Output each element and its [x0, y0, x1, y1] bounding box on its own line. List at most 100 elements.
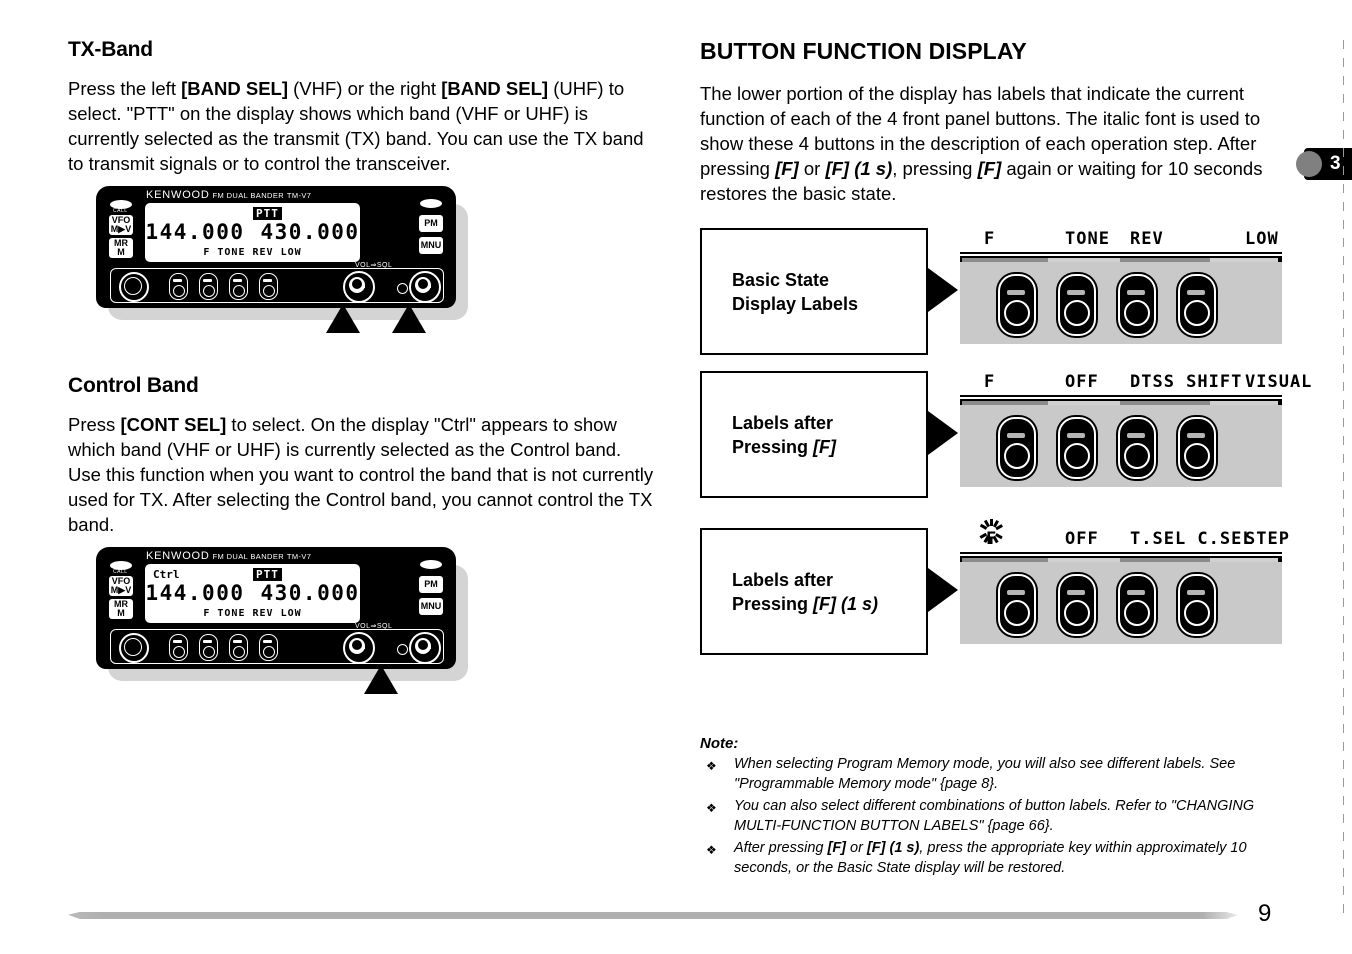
mr-m-button[interactable]: MR M — [109, 238, 133, 258]
radio-illustration-control-band: KENWOOD FM DUAL BANDER TM-V7 CALL VFO M▶… — [96, 547, 486, 695]
segment-label-3: T.SEL C.SEL — [1130, 529, 1254, 549]
power-led — [397, 644, 408, 655]
panel-button-4[interactable] — [1178, 417, 1216, 479]
note-heading: Note: — [700, 735, 739, 752]
tuning-knob[interactable] — [119, 272, 149, 302]
button-panel-illustration: F OFF DTSS SHIFT VISUAL — [960, 371, 1311, 487]
segment-label-2: OFF — [1065, 529, 1099, 549]
note-section: Note: ❖ When selecting Program Memory mod… — [700, 735, 1300, 881]
pm-button[interactable]: PM — [419, 576, 443, 593]
flow-label-text: Labels after Pressing [F] — [732, 412, 837, 457]
panel-button-3[interactable] — [1118, 417, 1156, 479]
lcd-display-tx: PTT 144.000 430.000 F TONE REV LOW — [145, 203, 360, 262]
front-panel-buttons — [960, 405, 1282, 487]
lcd-freq-right: 430.000 — [260, 220, 360, 244]
segment-label-3: DTSS SHIFT — [1130, 372, 1243, 392]
tuning-knob[interactable] — [119, 633, 149, 663]
chapter-tab-number: 3 — [1330, 153, 1341, 174]
lcd-ctrl-indicator: Ctrl — [153, 568, 180, 581]
brand-model: TM-V7 — [286, 552, 312, 561]
brand-name: KENWOOD — [146, 189, 210, 201]
right-top-button[interactable] — [420, 560, 442, 569]
note-item: ❖ You can also select different combinati… — [706, 798, 1255, 834]
mnu-button[interactable]: MNU — [419, 598, 443, 615]
vol-knob-left[interactable] — [343, 632, 375, 664]
function-button-2[interactable] — [199, 273, 218, 300]
flow-label-text: Labels after Pressing [F] (1 s) — [732, 569, 879, 614]
radio-illustration-tx-band: KENWOOD FM DUAL BANDER TM-V7 CALL VFO M▶… — [96, 186, 486, 334]
chapter-tab-dot — [1296, 151, 1322, 177]
vol-knob-right[interactable] — [409, 632, 441, 664]
mnu-label: MNU — [420, 601, 442, 611]
function-button-3[interactable] — [229, 273, 248, 300]
mr-m-button[interactable]: MR M — [109, 599, 133, 619]
flow-arrow-icon — [928, 411, 958, 455]
lcd-frequencies: 144.000 430.000 — [145, 581, 360, 605]
left-column: TX-Band Press the left [BAND SEL] (VHF) … — [68, 38, 658, 695]
diamond-bullet-icon: ❖ — [706, 843, 717, 857]
right-top-button[interactable] — [420, 199, 442, 208]
button-panel-illustration: F TONE REV LOW — [960, 228, 1282, 344]
lcd-freq-right: 430.000 — [260, 581, 360, 605]
pm-button[interactable]: PM — [419, 215, 443, 232]
footer-rule — [68, 912, 1238, 919]
lcd-ptt-indicator: PTT — [253, 568, 282, 581]
function-button-1[interactable] — [169, 273, 188, 300]
segment-label-4: LOW — [1245, 229, 1279, 249]
mnu-button[interactable]: MNU — [419, 237, 443, 254]
mnu-label: MNU — [420, 240, 442, 250]
vol-knob-left[interactable] — [343, 271, 375, 303]
panel-button-1[interactable] — [998, 574, 1036, 636]
flow-label-box: Labels after Pressing [F] (1 s) — [700, 528, 928, 655]
panel-button-1[interactable] — [998, 417, 1036, 479]
radio-body: KENWOOD FM DUAL BANDER TM-V7 CALL VFO M▶… — [96, 186, 456, 333]
m-label: M — [117, 607, 125, 618]
diamond-bullet-icon: ❖ — [706, 759, 717, 773]
panel-button-2[interactable] — [1058, 417, 1096, 479]
mv-label: M▶V — [110, 584, 132, 595]
page-number: 9 — [1258, 900, 1272, 927]
panel-button-3[interactable] — [1118, 274, 1156, 336]
mv-label: M▶V — [110, 223, 132, 234]
right-column: BUTTON FUNCTION DISPLAY The lower portio… — [700, 38, 1311, 671]
panel-button-4[interactable] — [1178, 574, 1216, 636]
panel-button-2[interactable] — [1058, 574, 1096, 636]
flow-diagram-list: Basic State Display Labels F TONE REV LOW Labe… — [700, 228, 1311, 655]
function-button-2[interactable] — [199, 634, 218, 661]
radio-control-panel: VOL⇒SQL — [110, 262, 444, 303]
lcd-display-control: Ctrl PTT 144.000 430.000 F TONE REV LOW — [145, 564, 360, 623]
m-label: M — [117, 246, 125, 257]
panel-button-2[interactable] — [1058, 274, 1096, 336]
flow-label-box: Basic State Display Labels — [700, 228, 928, 355]
flow-row: Labels after Pressing [F] F OFF DTSS SHIFT VI… — [700, 371, 1311, 498]
blinking-indicator-icon — [978, 519, 1004, 552]
flow-row: Labels afterPressing [F] (1 s)FOFFT.SEL … — [700, 519, 1290, 655]
brand-type: FM DUAL BANDER — [212, 552, 285, 561]
pm-label: PM — [424, 218, 438, 228]
panel-button-1[interactable] — [998, 274, 1036, 336]
lcd-freq-left: 144.000 — [145, 581, 245, 605]
segment-label-4: VISUAL — [1245, 372, 1313, 392]
function-button-4[interactable] — [259, 273, 278, 300]
vfo-mv-button[interactable]: VFO M▶V — [109, 215, 133, 235]
control-band-paragraph: Press [CONT SEL] to select. On the displ… — [68, 414, 654, 535]
panel-button-4[interactable] — [1178, 274, 1216, 336]
radio-brand: KENWOOD FM DUAL BANDER TM-V7 — [146, 189, 311, 201]
panel-button-3[interactable] — [1118, 574, 1156, 636]
pm-label: PM — [424, 579, 438, 589]
chapter-tab: 3 — [1296, 148, 1352, 180]
vol-knob-right[interactable] — [409, 271, 441, 303]
button-function-display-heading: BUTTON FUNCTION DISPLAY — [700, 38, 1027, 64]
page-edge-cutline — [1343, 40, 1344, 920]
tx-band-paragraph: Press the left [BAND SEL] (VHF) or the r… — [68, 78, 644, 174]
radio-body: KENWOOD FM DUAL BANDER TM-V7 CALL VFO M▶… — [96, 547, 456, 694]
flow-label-text: Basic State Display Labels — [732, 269, 859, 314]
control-band-heading: Control Band — [68, 374, 199, 397]
function-button-1[interactable] — [169, 634, 188, 661]
flow-label-box: Labels after Pressing [F] — [700, 371, 928, 498]
segment-label-2: TONE — [1065, 229, 1110, 249]
function-button-4[interactable] — [259, 634, 278, 661]
function-button-3[interactable] — [229, 634, 248, 661]
vfo-mv-button[interactable]: VFO M▶V — [109, 576, 133, 596]
lcd-freq-left: 144.000 — [145, 220, 245, 244]
